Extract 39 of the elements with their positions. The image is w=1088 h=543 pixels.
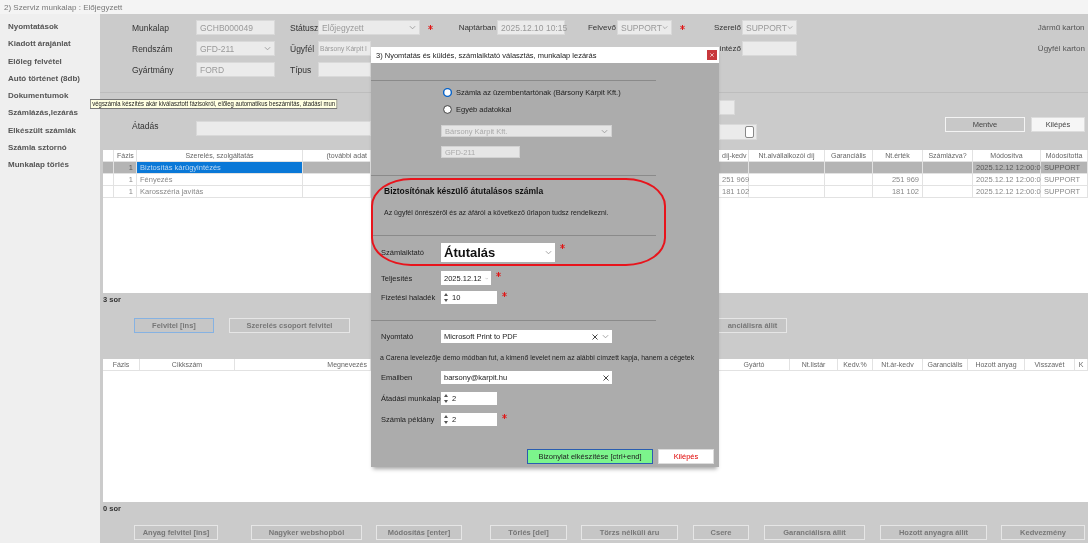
sidebar-item[interactable]: Munkalap törlés [8, 156, 69, 174]
field-label: Felvevő [588, 23, 617, 32]
sidebar-item[interactable]: Dokumentumok [8, 87, 69, 105]
field-label: Szerelő [713, 23, 742, 32]
section-heading: Biztosítónak készülő átutalásos számla [384, 186, 544, 196]
link[interactable]: Ügyfél karton [1037, 44, 1088, 53]
spinner-icon[interactable] [443, 414, 449, 425]
clear-icon[interactable] [592, 333, 598, 340]
sidebar-item[interactable]: Előleg felvétel [8, 52, 62, 70]
field-label: Ügyfél [290, 43, 315, 54]
radio-button[interactable] [443, 87, 452, 97]
sidebar-item[interactable]: Számlázás,lezárás [8, 104, 78, 122]
sidebar-item[interactable]: Nyomtatások [8, 18, 59, 36]
input-field[interactable] [719, 100, 735, 115]
radio-button[interactable] [443, 104, 452, 114]
close-icon [710, 53, 714, 57]
field-label: Naptárban [458, 23, 497, 32]
sidebar-item[interactable]: Számla sztornó [8, 139, 67, 157]
link[interactable]: Jármű karton [1037, 23, 1088, 32]
input-field[interactable] [719, 124, 757, 140]
field-label: intéző [719, 44, 742, 53]
sidebar-item[interactable]: Kiadott árajánlat [8, 35, 71, 53]
field-label: Gyártmány [132, 64, 174, 75]
spinner-icon[interactable] [443, 292, 449, 303]
field-label: Átadás [132, 121, 159, 131]
clear-icon[interactable] [603, 374, 609, 381]
input-field[interactable] [742, 41, 797, 56]
field-label: Munkalap [132, 22, 169, 33]
input-field[interactable] [196, 121, 371, 136]
spinner-icon[interactable] [443, 393, 449, 404]
sidebar-item[interactable]: Autó történet (8db) [8, 69, 80, 88]
dropdown-field[interactable]: Átutalás [441, 243, 555, 262]
window-title: 2) Szerviz munkalap : Előjegyzett [4, 2, 123, 12]
close-button[interactable] [707, 50, 717, 60]
sidebar-item[interactable]: Elkészült számlák [8, 121, 77, 140]
field-label: Típus [290, 64, 312, 75]
field-label: Rendszám [132, 43, 173, 54]
input-field[interactable] [318, 62, 371, 77]
field-label: Státusz [290, 22, 319, 33]
